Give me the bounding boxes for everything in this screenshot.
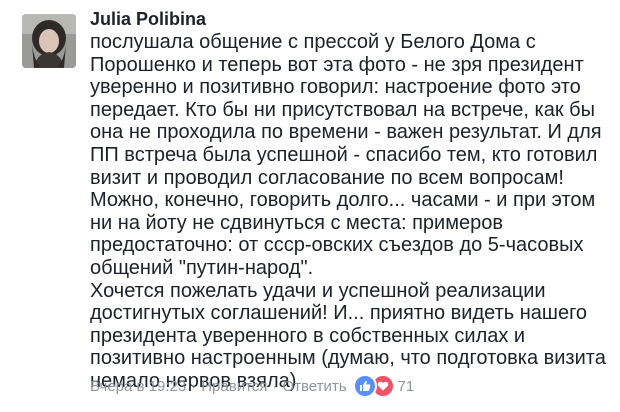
comment-text-line: ПП встреча была успешной - спасибо тем, … <box>90 143 598 166</box>
reaction-count: 71 <box>397 377 415 395</box>
comment-text-line: Порошенко и теперь вот эта фото - не зря… <box>90 53 584 76</box>
avatar[interactable] <box>22 14 76 68</box>
timestamp-link[interactable]: Вчера в 19:23 <box>90 378 186 395</box>
comment-text-line: достигнутых соглашений! И... приятно вид… <box>90 302 588 325</box>
comment-text-line: позитивно настроенным (думаю, что подгот… <box>90 347 606 370</box>
comment-body: Julia Polibina послушала общение с пресс… <box>90 8 610 393</box>
comment-meta: Вчера в 19:23 · Нравится · Ответить 71 <box>90 374 414 398</box>
comment-text-line: Можно, конечно, говорить долго... часами… <box>90 189 596 212</box>
comment-text-line: послушала общение с прессой у Белого Дом… <box>90 31 536 53</box>
separator: · <box>191 377 197 395</box>
like-link[interactable]: Нравится <box>201 378 267 395</box>
comment-text: послушала общение с прессой у Белого Дом… <box>90 31 610 393</box>
separator: · <box>272 377 278 395</box>
comment: Julia Polibina послушала общение с пресс… <box>0 0 620 412</box>
comment-text-line: ни на йоту не сдвинуться с места: пример… <box>90 211 503 234</box>
reply-link[interactable]: Ответить <box>282 378 346 395</box>
comment-text-line: визит и проводил согласование по всем во… <box>90 166 564 189</box>
reactions-summary[interactable]: 71 <box>352 374 415 398</box>
comment-text-line: Хочется пожелать удачи и успешной реализ… <box>90 279 546 302</box>
comment-text-line: уверенно и позитивно говорил: настроение… <box>90 76 581 99</box>
author-name[interactable]: Julia Polibina <box>90 8 610 30</box>
comment-text-line: передает. Кто бы ни присутствовал на вст… <box>90 98 595 121</box>
comment-text-line: президента уверенного в собственных сила… <box>90 324 526 347</box>
comment-text-line: она не проходила по времени - важен резу… <box>90 121 602 144</box>
thumbs-up-icon <box>352 374 377 398</box>
comment-text-line: предостаточно: от ссср-овских съездов до… <box>90 234 584 257</box>
comment-text-line: общений "путин-народ". <box>90 256 314 279</box>
